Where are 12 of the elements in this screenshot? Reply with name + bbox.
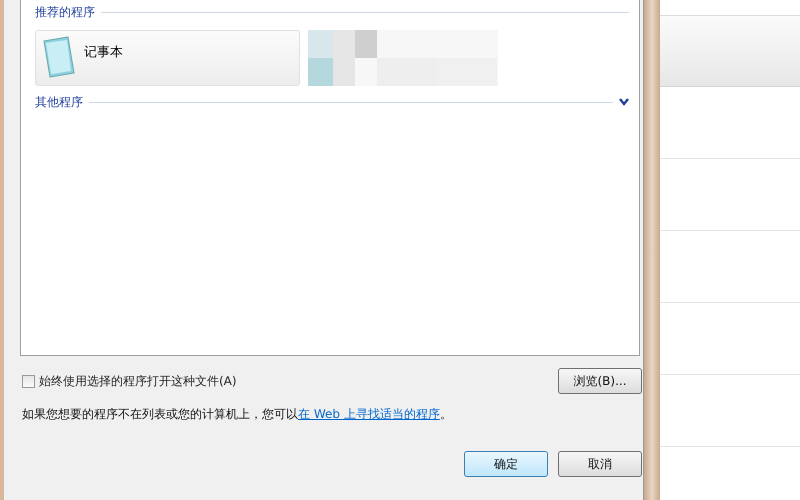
hint-text: 如果您想要的程序不在列表或您的计算机上，您可以在 Web 上寻找适当的程序。	[22, 406, 453, 423]
browse-button[interactable]: 浏览(B)...	[558, 368, 642, 394]
chevron-down-icon[interactable]	[619, 98, 629, 106]
checkbox[interactable]	[22, 374, 35, 388]
section-title: 其他程序	[35, 94, 83, 110]
section-title: 推荐的程序	[35, 4, 95, 20]
cancel-button[interactable]: 取消	[558, 451, 642, 477]
web-link[interactable]: 在 Web 上寻找适当的程序	[298, 407, 440, 421]
checkbox-label: 始终使用选择的程序打开这种文件(A)	[39, 372, 237, 390]
program-name: 记事本	[84, 44, 123, 61]
program-tile[interactable]: 记事本	[35, 30, 300, 86]
ok-button[interactable]: 确定	[464, 451, 548, 477]
